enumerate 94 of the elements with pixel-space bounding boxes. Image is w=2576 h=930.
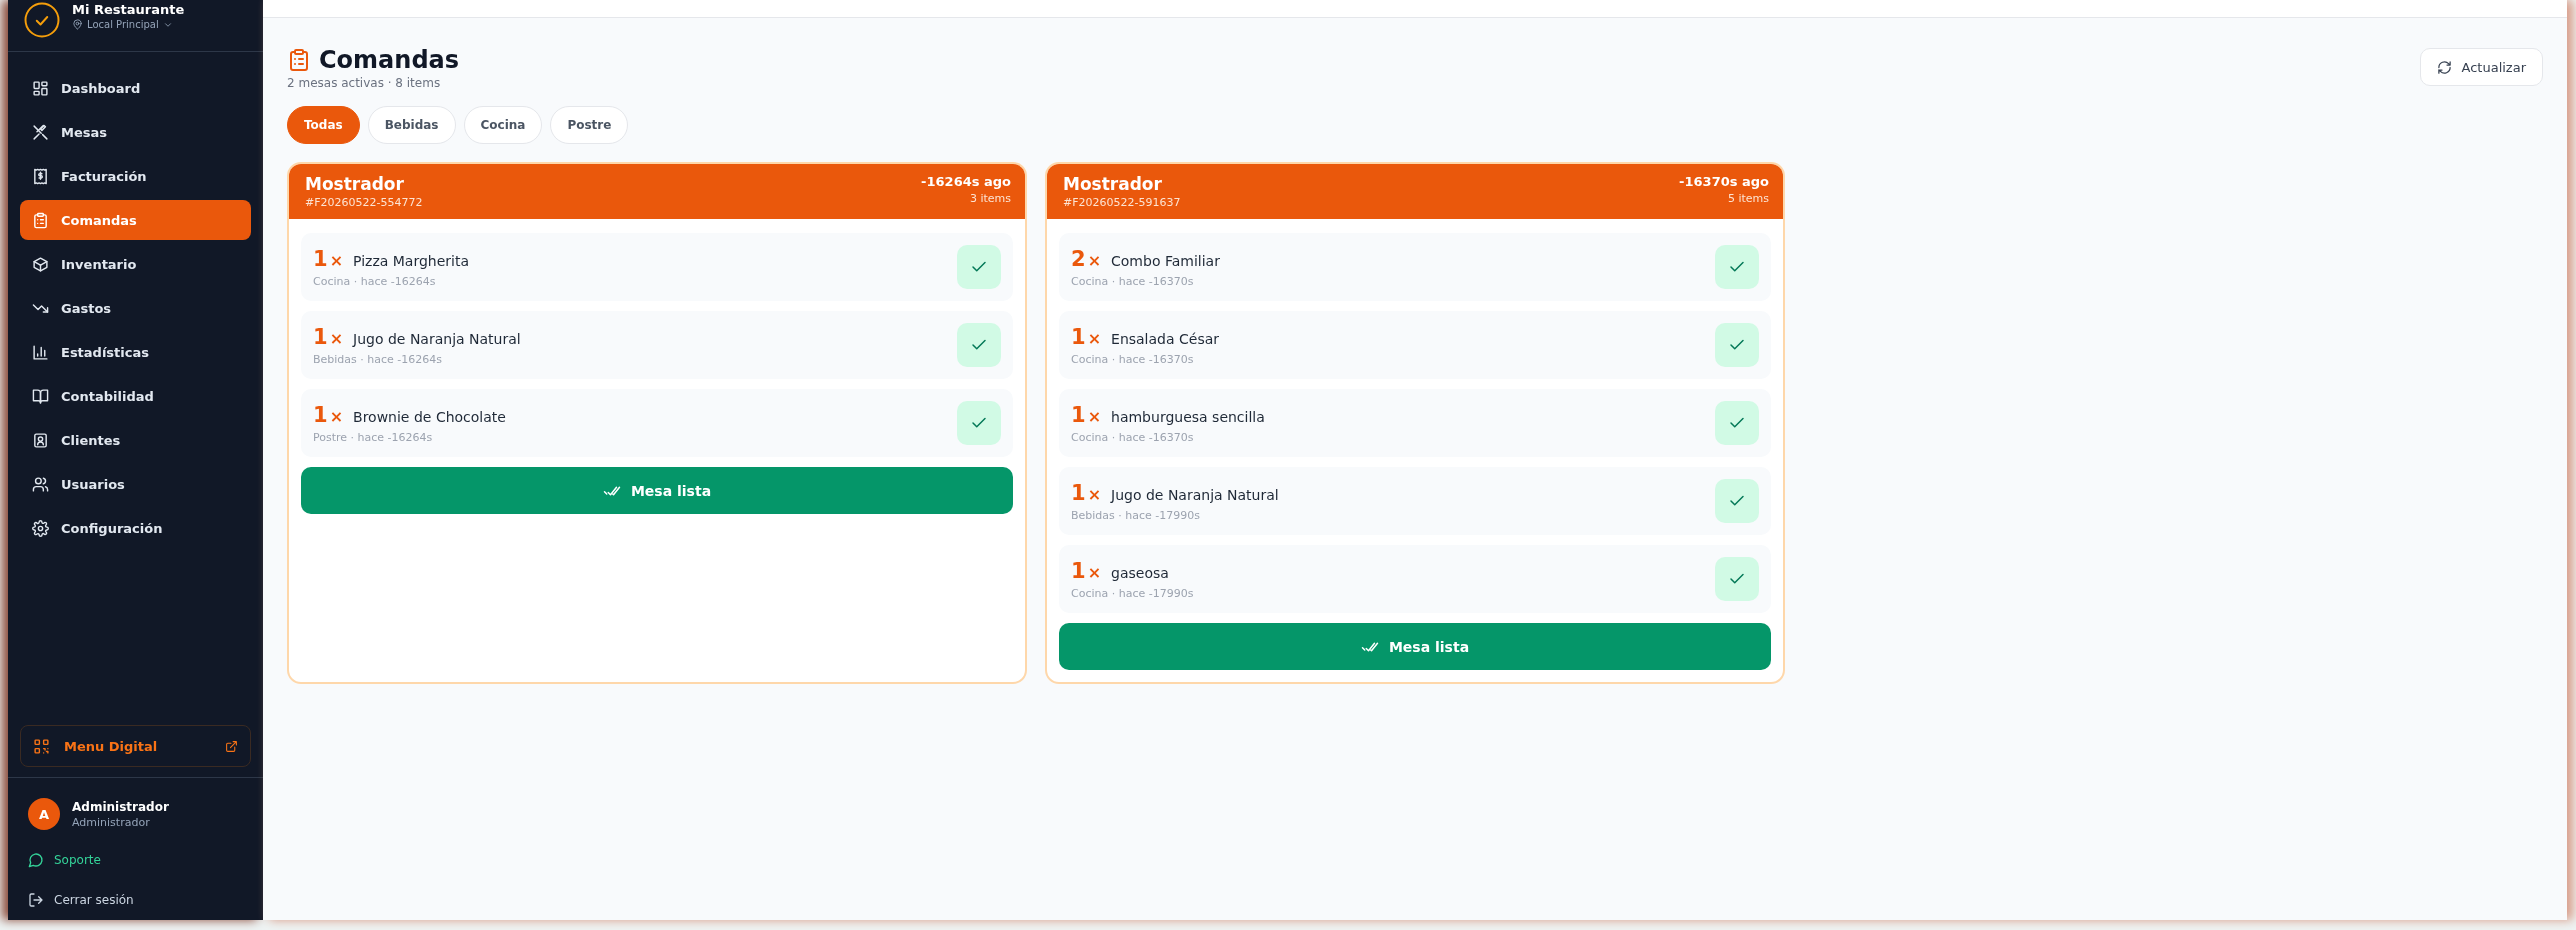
refresh-button[interactable]: Actualizar xyxy=(2419,48,2543,86)
times-sign: × xyxy=(329,328,344,348)
order-code: #F20260522-554772 xyxy=(305,196,423,209)
logout-icon xyxy=(28,892,44,908)
user-name: Administrador xyxy=(72,799,169,814)
table-name: Mostrador xyxy=(305,174,405,194)
quantity: 1 xyxy=(1071,558,1086,583)
elapsed-time: -16370s ago xyxy=(1679,174,1769,189)
nav-item[interactable]: Estadísticas xyxy=(20,332,251,372)
mark-done-button[interactable] xyxy=(1715,479,1759,523)
times-sign: × xyxy=(1087,484,1102,504)
mark-done-button[interactable] xyxy=(1715,401,1759,445)
times-sign: × xyxy=(1087,250,1102,270)
settings-icon xyxy=(32,519,49,537)
nav-item[interactable]: Dashboard xyxy=(20,68,251,108)
times-sign: × xyxy=(329,250,344,270)
item-name: Ensalada César xyxy=(1111,330,1220,347)
quantity: 1 xyxy=(1071,402,1086,427)
nav-item[interactable]: Gastos xyxy=(20,288,251,328)
quantity: 1 xyxy=(313,402,328,427)
support-link[interactable]: Soporte xyxy=(8,840,263,880)
item-meta: Cocina · hace -16264s xyxy=(313,274,437,288)
filter-tab[interactable]: Postre xyxy=(550,106,629,144)
qr-code-icon xyxy=(33,737,50,755)
elapsed-time: -16264s ago xyxy=(921,174,1011,189)
users-icon xyxy=(32,475,49,493)
item-meta: Cocina · hace -16370s xyxy=(1071,352,1195,366)
clipboard-icon xyxy=(32,211,49,229)
times-sign: × xyxy=(1087,328,1102,348)
item-name: Combo Familiar xyxy=(1111,252,1220,269)
filter-tab[interactable]: Todas xyxy=(287,106,360,144)
item-name: gaseosa xyxy=(1111,564,1169,581)
clipboard-icon xyxy=(287,48,311,72)
utensils-icon xyxy=(32,123,49,141)
table-name: Mostrador xyxy=(1063,174,1163,194)
nav-item[interactable]: Usuarios xyxy=(20,464,251,504)
times-sign: × xyxy=(329,406,344,426)
mark-done-button[interactable] xyxy=(1715,323,1759,367)
nav-item[interactable]: Inventario xyxy=(20,244,251,284)
order-code: #F20260522-591637 xyxy=(1063,196,1181,209)
location-selector[interactable]: Local Principal xyxy=(72,19,185,30)
restaurant-name: Mi Restaurante xyxy=(72,2,185,17)
item-name: Pizza Margherita xyxy=(353,252,470,269)
item-name: Jugo de Naranja Natural xyxy=(353,330,521,347)
item-name: hamburguesa sencilla xyxy=(1111,408,1265,425)
grid-icon xyxy=(32,79,49,97)
nav-item[interactable]: Comandas xyxy=(20,200,251,240)
item-meta: Cocina · hace -17990s xyxy=(1071,586,1194,600)
filter-tab[interactable]: Bebidas xyxy=(367,106,456,144)
logout-link[interactable]: Cerrar sesión xyxy=(8,880,263,920)
item-count: 3 items xyxy=(968,192,1011,205)
contact-icon xyxy=(32,431,49,449)
pin-icon xyxy=(72,19,83,30)
avatar: A xyxy=(28,798,60,830)
book-icon xyxy=(32,387,49,405)
refresh-icon xyxy=(2436,59,2452,75)
nav-item[interactable]: Facturación xyxy=(20,156,251,196)
quantity: 1 xyxy=(313,324,328,349)
quantity: 1 xyxy=(313,246,328,271)
item-meta: Cocina · hace -16370s xyxy=(1071,274,1195,288)
quantity: 1 xyxy=(1071,324,1086,349)
receipt-icon xyxy=(32,167,49,185)
times-sign: × xyxy=(1087,562,1102,582)
mesa-lista-button[interactable]: Mesa lista xyxy=(1059,623,1771,670)
quantity: 1 xyxy=(1071,480,1086,505)
check-circle-logo-icon xyxy=(24,2,60,38)
page-subtitle: 2 mesas activas · 8 items xyxy=(287,76,442,90)
menu-digital-link[interactable]: Menu Digital xyxy=(20,725,251,767)
mark-done-button[interactable] xyxy=(957,323,1001,367)
mark-done-button[interactable] xyxy=(957,245,1001,289)
quantity: 2 xyxy=(1071,246,1086,271)
item-meta: Postre · hace -16264s xyxy=(313,430,434,444)
nav-item[interactable]: Mesas xyxy=(20,112,251,152)
nav-item[interactable]: Contabilidad xyxy=(20,376,251,416)
user-role: Administrador xyxy=(72,815,151,829)
nav-item[interactable]: Configuración xyxy=(20,508,251,548)
bar-chart-icon xyxy=(32,343,49,361)
item-name: Brownie de Chocolate xyxy=(353,408,506,425)
external-link-icon xyxy=(225,739,238,753)
chat-bubble-icon xyxy=(28,852,44,868)
filter-tab[interactable]: Cocina xyxy=(463,106,543,144)
page-title: Comandas xyxy=(319,46,460,74)
mark-done-button[interactable] xyxy=(1715,557,1759,601)
mark-done-button[interactable] xyxy=(1715,245,1759,289)
mark-done-button[interactable] xyxy=(957,401,1001,445)
item-meta: Bebidas · hace -17990s xyxy=(1071,508,1201,522)
mesa-lista-button[interactable]: Mesa lista xyxy=(301,467,1013,514)
item-meta: Bebidas · hace -16264s xyxy=(313,352,443,366)
item-count: 5 items xyxy=(1726,192,1769,205)
item-meta: Cocina · hace -16370s xyxy=(1071,430,1195,444)
item-name: Jugo de Naranja Natural xyxy=(1111,486,1279,503)
nav-item[interactable]: Clientes xyxy=(20,420,251,460)
times-sign: × xyxy=(1087,406,1102,426)
box-icon xyxy=(32,255,49,273)
